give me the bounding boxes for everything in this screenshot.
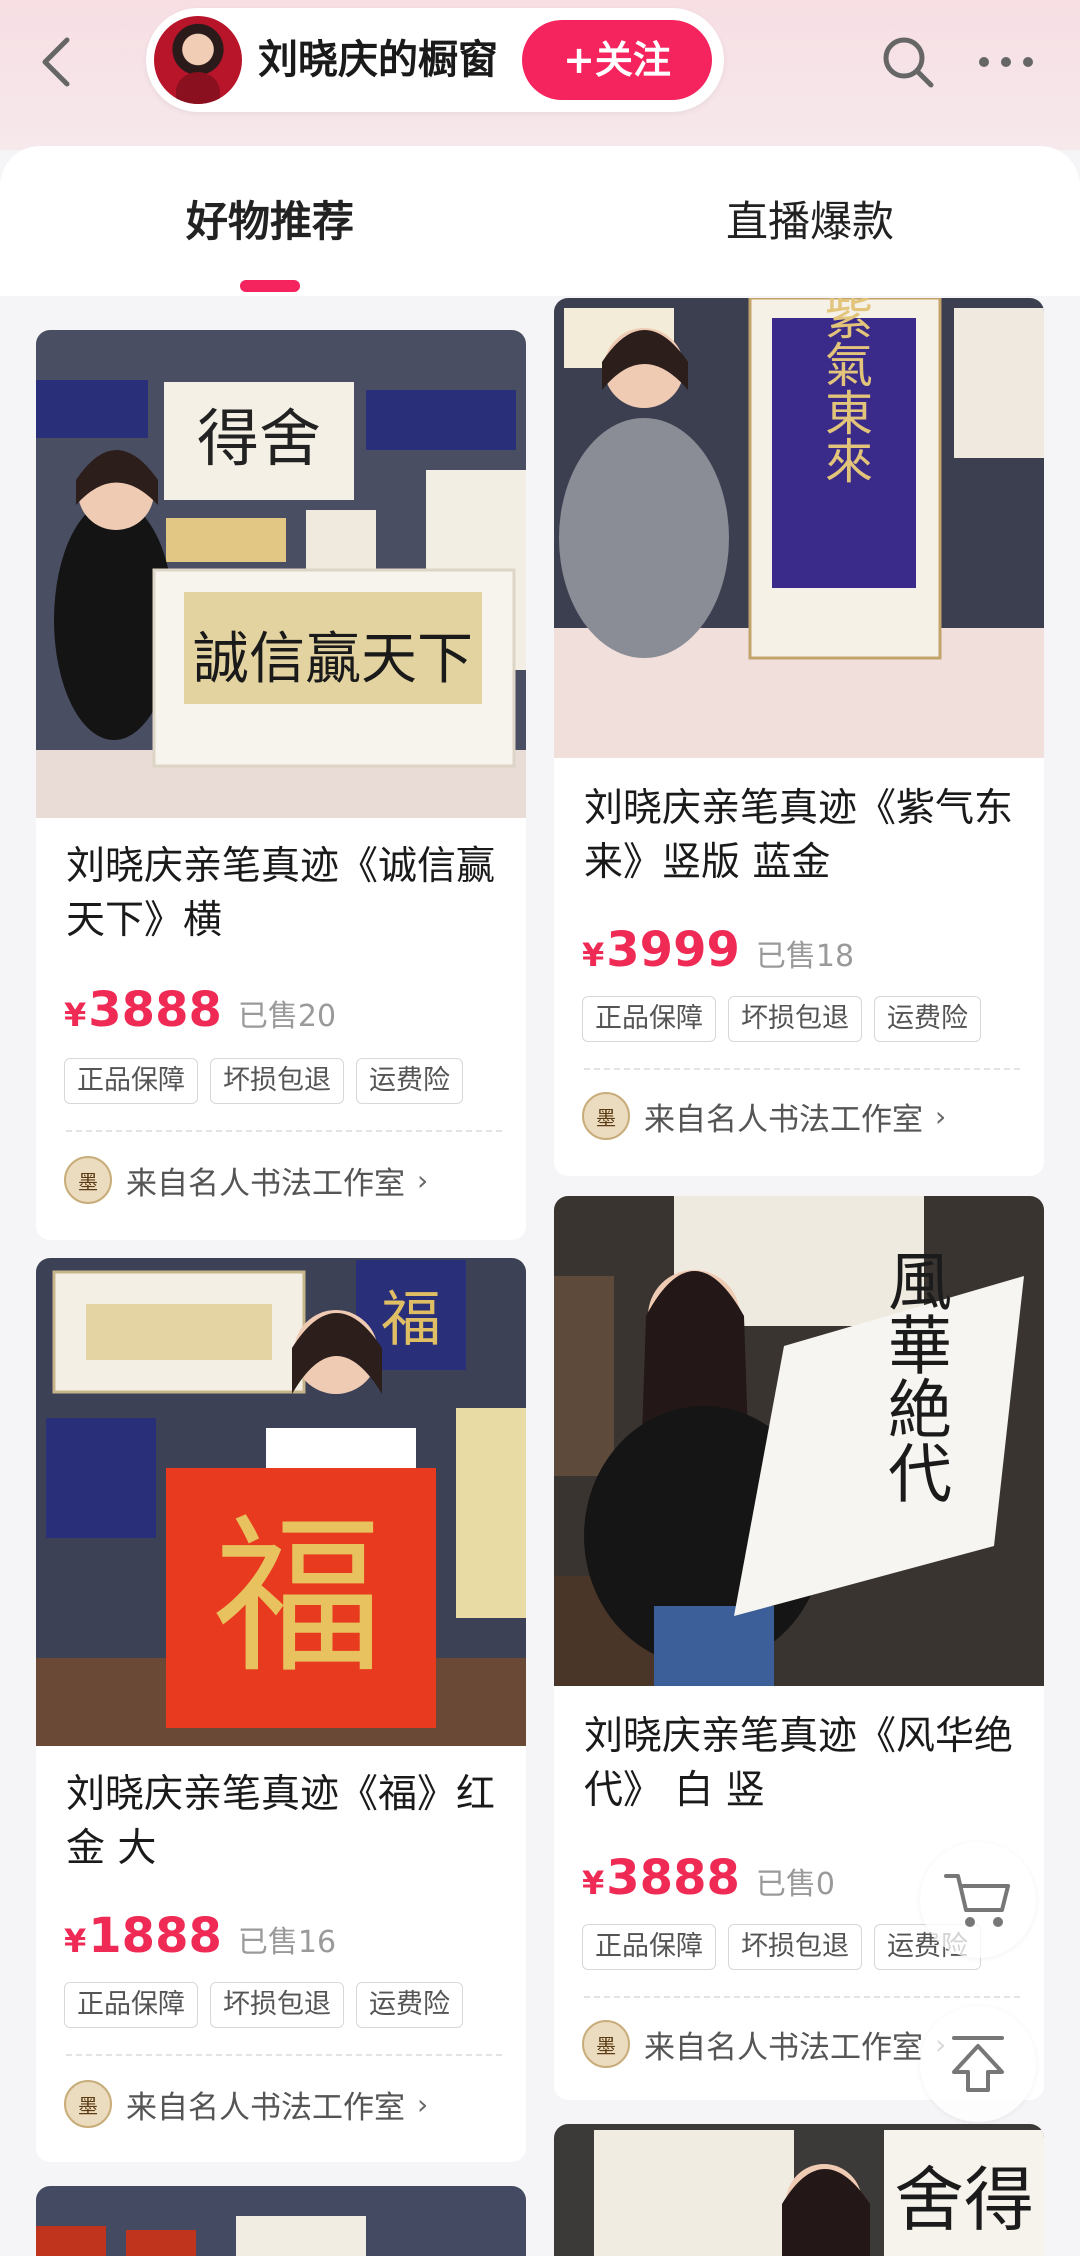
currency-symbol: ¥ [64,1922,87,1960]
source-row[interactable]: 墨 来自名人书法工作室 › [582,2016,946,2072]
product-price: 1888 [88,1908,222,1964]
product-image[interactable]: 風華絶代 [554,1196,1044,1686]
product-card[interactable]: 風華絶代 刘晓庆亲笔真迹《风华绝代》 白 竖 ¥ 3888 已售0 正品保障 坏… [554,1196,1044,2100]
badge-authentic: 正品保障 [64,1058,198,1104]
product-photo: 風華絶代 [554,1196,1044,1686]
product-title[interactable]: 刘晓庆亲笔真迹《紫气东来》竖版 蓝金 [584,782,1024,890]
product-card[interactable]: 舍得 [554,2124,1044,2256]
shop-name: 刘晓庆的橱窗 [258,37,498,83]
divider [584,1996,1020,1998]
back-button[interactable] [22,22,92,102]
product-image[interactable]: 紫氣東來 [554,298,1044,758]
product-price: 3888 [88,982,222,1038]
product-photo: 紫氣東來 [554,298,1044,758]
cart-button[interactable] [920,1842,1036,1958]
service-badges: 正品保障 坏损包退 运费险 [64,1982,475,2030]
badge-authentic: 正品保障 [582,1924,716,1970]
badge-shipping-insurance: 运费险 [874,996,981,1042]
badge-authentic: 正品保障 [64,1982,198,2028]
divider [584,1068,1020,1070]
product-photo [36,2186,526,2256]
product-price: 3999 [606,922,740,978]
price-row: ¥ 3888 已售0 [582,1850,835,1910]
product-card[interactable]: 紫氣東來 刘晓庆亲笔真迹《紫气东来》竖版 蓝金 ¥ 3999 已售18 正品保障… [554,298,1044,1176]
product-photo: 得舍 誠信贏天下 [36,330,526,818]
chevron-left-icon [42,37,70,87]
product-card[interactable] [36,2186,526,2256]
artwork-text: 紫氣東來 [816,298,872,484]
studio-logo-icon: 墨 [582,2020,630,2068]
service-badges: 正品保障 坏损包退 运费险 [64,1058,475,1106]
sold-count: 已售20 [237,999,337,1034]
artwork-text: 舍得 [894,2159,1034,2241]
artwork-text: 風華絶代 [877,1248,951,1504]
badge-damage-return: 坏损包退 [728,996,862,1042]
studio-logo-icon: 墨 [582,1092,630,1140]
artwork-text: 誠信贏天下 [193,627,473,692]
sold-count: 已售0 [755,1867,835,1902]
badge-shipping-insurance: 运费险 [356,1058,463,1104]
source-label: 来自名人书法工作室 [644,1101,923,1138]
chevron-right-icon: › [417,1163,429,1197]
currency-symbol: ¥ [582,936,605,974]
shopping-cart-icon [944,1874,1010,1927]
chevron-right-icon: › [417,2087,429,2121]
chevron-right-icon: › [935,1099,947,1133]
product-price: 3888 [606,1850,740,1906]
artwork-text: 福 [381,1285,441,1355]
badge-shipping-insurance: 运费险 [356,1982,463,2028]
source-row[interactable]: 墨 来自名人书法工作室 › [64,2076,428,2132]
back-to-top-button[interactable] [920,2006,1036,2122]
badge-damage-return: 坏损包退 [210,1058,344,1104]
source-label: 来自名人书法工作室 [126,1165,405,1202]
search-icon [883,37,934,88]
source-label: 来自名人书法工作室 [644,2029,923,2066]
tab-bar: 好物推荐 直播爆款 [0,146,1080,296]
active-tab-indicator [240,280,300,292]
artwork-text: 福 [213,1499,383,1697]
product-title[interactable]: 刘晓庆亲笔真迹《风华绝代》 白 竖 [584,1710,1024,1818]
follow-button[interactable]: +关注 [522,20,712,100]
tab-live-hot[interactable]: 直播爆款 [660,146,960,296]
service-badges: 正品保障 坏损包退 运费险 [582,996,993,1044]
shop-header-pill[interactable]: 刘晓庆的橱窗 +关注 [146,8,724,112]
product-photo: 舍得 [554,2124,1044,2256]
currency-symbol: ¥ [582,1864,605,1902]
more-button[interactable] [966,22,1046,102]
artwork-text: 得舍 [197,402,321,475]
source-row[interactable]: 墨 来自名人书法工作室 › [64,1152,428,1208]
price-row: ¥ 1888 已售16 [64,1908,336,1968]
back-to-top-icon [952,2036,1004,2092]
more-dots-icon [979,57,1033,67]
sold-count: 已售18 [755,939,855,974]
top-bar: 刘晓庆的橱窗 +关注 [0,0,1080,150]
source-row[interactable]: 墨 来自名人书法工作室 › [582,1088,946,1144]
sold-count: 已售16 [237,1925,337,1960]
studio-logo-icon: 墨 [64,2080,112,2128]
badge-damage-return: 坏损包退 [210,1982,344,2028]
price-row: ¥ 3999 已售18 [582,922,854,982]
product-card[interactable]: 福 福 刘晓庆亲笔真迹《福》红金 大 ¥ 1888 已售16 正品保障 坏损包退… [36,1258,526,2162]
divider [66,2054,502,2056]
badge-authentic: 正品保障 [582,996,716,1042]
search-button[interactable] [872,22,944,102]
product-image[interactable]: 福 福 [36,1258,526,1746]
product-title[interactable]: 刘晓庆亲笔真迹《诚信赢天下》横 [66,840,506,948]
product-photo: 福 福 [36,1258,526,1746]
source-label: 来自名人书法工作室 [126,2089,405,2126]
studio-logo-icon: 墨 [64,1156,112,1204]
tab-recommended[interactable]: 好物推荐 [120,146,420,296]
product-card[interactable]: 得舍 誠信贏天下 刘晓庆亲笔真迹《诚信赢天下》横 ¥ 3888 已售20 正品保… [36,330,526,1240]
product-image[interactable]: 得舍 誠信贏天下 [36,330,526,818]
price-row: ¥ 3888 已售20 [64,982,336,1042]
badge-damage-return: 坏损包退 [728,1924,862,1970]
currency-symbol: ¥ [64,996,87,1034]
avatar[interactable] [154,16,242,104]
product-title[interactable]: 刘晓庆亲笔真迹《福》红金 大 [66,1768,506,1876]
divider [66,1130,502,1132]
